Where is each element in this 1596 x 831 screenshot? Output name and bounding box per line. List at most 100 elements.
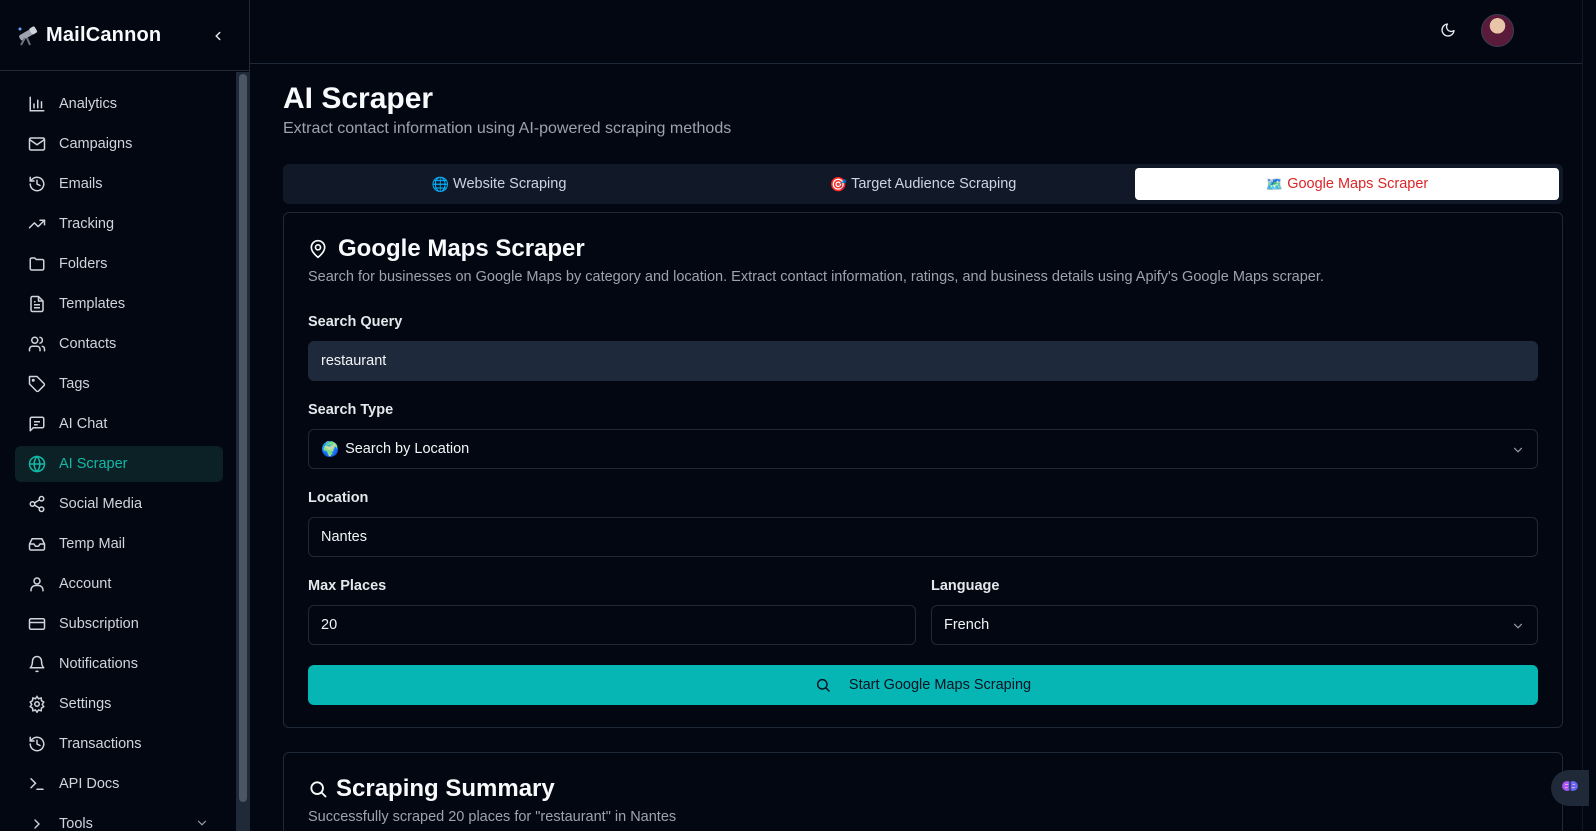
start-scraping-label: Start Google Maps Scraping bbox=[848, 677, 1032, 693]
sidebar-item-label: Contacts bbox=[59, 336, 117, 352]
sidebar-item-label: Subscription bbox=[59, 616, 139, 632]
history-icon bbox=[27, 174, 47, 194]
search-type-value: Search by Location bbox=[345, 441, 470, 457]
theme-toggle-button[interactable] bbox=[1437, 21, 1459, 43]
sidebar-item-tracking[interactable]: Tracking bbox=[15, 206, 223, 242]
ai-assistant-button[interactable] bbox=[1551, 770, 1589, 806]
summary-title-text: Scraping Summary bbox=[336, 775, 555, 802]
location-input[interactable] bbox=[308, 517, 1538, 557]
share-icon bbox=[27, 494, 47, 514]
chevron-down-icon bbox=[195, 816, 209, 831]
trending-up-icon bbox=[27, 214, 47, 234]
globe-emoji-icon: 🌍 bbox=[321, 441, 340, 458]
start-scraping-button[interactable]: Start Google Maps Scraping bbox=[308, 665, 1538, 705]
language-label: Language bbox=[931, 578, 1000, 594]
sidebar-item-label: Social Media bbox=[59, 496, 143, 512]
sidebar-item-notifications[interactable]: Notifications bbox=[15, 646, 223, 682]
collapse-sidebar-button[interactable] bbox=[208, 26, 228, 46]
sidebar-item-tools[interactable]: Tools bbox=[15, 806, 223, 831]
sidebar-item-campaigns[interactable]: Campaigns bbox=[15, 126, 223, 162]
users-icon bbox=[27, 334, 47, 354]
mail-icon bbox=[27, 134, 47, 154]
sidebar-item-emails[interactable]: Emails bbox=[15, 166, 223, 202]
credit-card-icon bbox=[27, 614, 47, 634]
sidebar-item-account[interactable]: Account bbox=[15, 566, 223, 602]
folder-icon bbox=[27, 254, 47, 274]
tab-google-maps-scraper[interactable]: 🗺️ Google Maps Scraper bbox=[1135, 168, 1559, 200]
telescope-logo-icon bbox=[16, 23, 40, 47]
history-icon bbox=[27, 734, 47, 754]
chevron-down-icon bbox=[1511, 443, 1525, 461]
search-type-label: Search Type bbox=[308, 402, 394, 418]
language-value: French bbox=[944, 617, 990, 633]
tab-label: Website Scraping bbox=[453, 176, 567, 192]
google-maps-scraper-card: Google Maps Scraper Search for businesse… bbox=[283, 212, 1563, 728]
card-description: Search for businesses on Google Maps by … bbox=[308, 269, 1324, 285]
sidebar-item-temp-mail[interactable]: Temp Mail bbox=[15, 526, 223, 562]
target-emoji-icon: 🎯 bbox=[829, 175, 848, 192]
scraper-tabs: 🌐 Website Scraping 🎯 Target Audience Scr… bbox=[283, 164, 1563, 204]
search-icon bbox=[308, 779, 328, 799]
page-subtitle: Extract contact information using AI-pow… bbox=[283, 120, 732, 137]
globe-icon bbox=[27, 454, 47, 474]
sidebar-item-ai-scraper[interactable]: AI Scraper bbox=[15, 446, 223, 482]
sidebar-scrollbar-thumb[interactable] bbox=[239, 74, 247, 802]
tab-label: Google Maps Scraper bbox=[1287, 176, 1429, 192]
sidebar-item-label: AI Scraper bbox=[59, 456, 128, 472]
sidebar-item-label: AI Chat bbox=[59, 416, 108, 432]
sidebar-item-settings[interactable]: Settings bbox=[15, 686, 223, 722]
sidebar-item-label: Settings bbox=[59, 696, 112, 712]
page-title: AI Scraper bbox=[283, 82, 434, 115]
tab-website-scraping[interactable]: 🌐 Website Scraping bbox=[287, 168, 711, 200]
sidebar-item-label: Transactions bbox=[59, 736, 142, 752]
chevron-down-icon bbox=[1511, 619, 1525, 637]
sidebar-item-label: API Docs bbox=[59, 776, 120, 792]
tab-label: Target Audience Scraping bbox=[851, 176, 1017, 192]
bar-chart-icon bbox=[27, 94, 47, 114]
sidebar-scrollbar[interactable] bbox=[236, 72, 250, 831]
search-type-select[interactable]: 🌍 Search by Location bbox=[308, 429, 1538, 469]
search-query-label: Search Query bbox=[308, 314, 403, 330]
globe-emoji-icon: 🌐 bbox=[431, 175, 450, 192]
brain-icon bbox=[1560, 776, 1580, 801]
avatar[interactable] bbox=[1481, 14, 1514, 47]
message-square-icon bbox=[27, 414, 47, 434]
sidebar-item-label: Temp Mail bbox=[59, 536, 126, 552]
sidebar-item-label: Emails bbox=[59, 176, 103, 192]
sidebar-item-contacts[interactable]: Contacts bbox=[15, 326, 223, 362]
sidebar-item-subscription[interactable]: Subscription bbox=[15, 606, 223, 642]
sidebar-item-social-media[interactable]: Social Media bbox=[15, 486, 223, 522]
card-title-text: Google Maps Scraper bbox=[338, 235, 585, 262]
sidebar-item-label: Notifications bbox=[59, 656, 138, 672]
max-places-input[interactable] bbox=[308, 605, 916, 645]
search-icon bbox=[815, 677, 831, 693]
summary-title: Scraping Summary bbox=[308, 775, 555, 803]
sidebar-nav: Analytics Campaigns Emails Tracking Fold… bbox=[15, 86, 223, 831]
card-title: Google Maps Scraper bbox=[308, 235, 585, 263]
sidebar-item-analytics[interactable]: Analytics bbox=[15, 86, 223, 122]
sidebar-item-label: Account bbox=[59, 576, 112, 592]
sidebar-item-label: Templates bbox=[59, 296, 126, 312]
moon-icon bbox=[1440, 22, 1456, 43]
sidebar-item-transactions[interactable]: Transactions bbox=[15, 726, 223, 762]
language-select[interactable]: French bbox=[931, 605, 1538, 645]
terminal-icon bbox=[27, 774, 47, 794]
inbox-icon bbox=[27, 534, 47, 554]
location-label: Location bbox=[308, 490, 369, 506]
tab-target-audience-scraping[interactable]: 🎯 Target Audience Scraping bbox=[711, 168, 1135, 200]
max-places-label: Max Places bbox=[308, 578, 387, 594]
map-pin-icon bbox=[308, 239, 328, 259]
app-name: MailCannon bbox=[46, 23, 162, 46]
bell-icon bbox=[27, 654, 47, 674]
user-icon bbox=[27, 574, 47, 594]
sidebar-item-folders[interactable]: Folders bbox=[15, 246, 223, 282]
sidebar-item-label: Folders bbox=[59, 256, 108, 272]
search-query-input[interactable] bbox=[308, 341, 1538, 381]
sidebar-item-ai-chat[interactable]: AI Chat bbox=[15, 406, 223, 442]
sidebar-item-label: Campaigns bbox=[59, 136, 133, 152]
sidebar-item-tags[interactable]: Tags bbox=[15, 366, 223, 402]
page-scrollbar[interactable] bbox=[1582, 0, 1596, 831]
sidebar: MailCannon Analytics Campaigns Emails Tr… bbox=[0, 0, 250, 831]
sidebar-item-templates[interactable]: Templates bbox=[15, 286, 223, 322]
sidebar-item-api-docs[interactable]: API Docs bbox=[15, 766, 223, 802]
